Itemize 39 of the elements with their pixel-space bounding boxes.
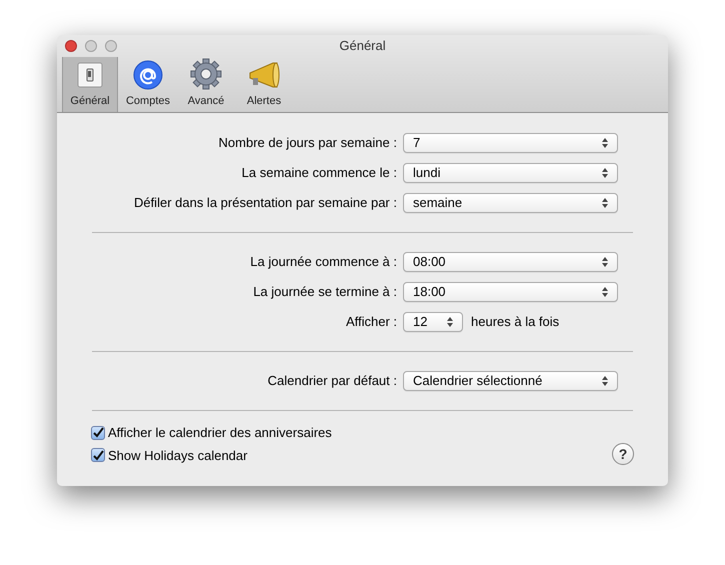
- toolbar-tab[interactable]: Alertes: [236, 56, 292, 112]
- field-label: La semaine commence le :: [240, 164, 397, 182]
- close-button[interactable]: [65, 40, 77, 52]
- field-label: La journée commence à :: [249, 253, 397, 272]
- checkbox[interactable]: [91, 448, 105, 462]
- gear-icon: [190, 58, 222, 90]
- popup-button[interactable]: Calendrier sélectionné: [403, 371, 618, 391]
- stepper-arrows-icon: [602, 287, 608, 297]
- field-label: Afficher :: [344, 313, 397, 332]
- checkbox[interactable]: [91, 426, 105, 440]
- field-label: Nombre de jours par semaine :: [218, 134, 397, 152]
- stepper-arrows-icon: [602, 168, 608, 178]
- checkbox-label: Afficher le calendrier des anniversaires: [108, 424, 332, 442]
- popup-button[interactable]: 12: [403, 312, 463, 332]
- megaphone-icon: [247, 60, 281, 90]
- toolbar-tab[interactable]: Avancé: [178, 56, 234, 112]
- checkmark-icon: [92, 427, 104, 438]
- toolbar-tab[interactable]: Comptes: [120, 56, 176, 112]
- stepper-arrows-icon: [447, 317, 453, 327]
- checkbox-label: Show Holidays calendar: [108, 446, 248, 465]
- popup-button[interactable]: 18:00: [403, 282, 618, 302]
- popup-button[interactable]: 08:00: [403, 252, 618, 272]
- toolbar-tab[interactable]: Général: [62, 56, 118, 112]
- field-label: Défiler dans la présentation par semaine par :: [132, 194, 397, 212]
- help-button[interactable]: ?: [612, 443, 634, 465]
- stepper-arrows-icon: [602, 376, 608, 386]
- switch-icon: [75, 60, 105, 90]
- popup-button[interactable]: 7: [403, 133, 618, 153]
- window-title: Général: [339, 37, 386, 56]
- stepper-arrows-icon: [602, 198, 608, 208]
- popup-button[interactable]: lundi: [403, 163, 618, 183]
- field-label: Calendrier par défaut :: [266, 372, 397, 390]
- unit-label: heures à la fois: [471, 313, 560, 332]
- stepper-arrows-icon: [602, 138, 608, 148]
- popup-button[interactable]: semaine: [403, 193, 618, 213]
- checkmark-icon: [92, 450, 104, 461]
- field-label: La journée se termine à :: [252, 283, 397, 302]
- at-sign-icon: [133, 60, 163, 90]
- stepper-arrows-icon: [602, 257, 608, 267]
